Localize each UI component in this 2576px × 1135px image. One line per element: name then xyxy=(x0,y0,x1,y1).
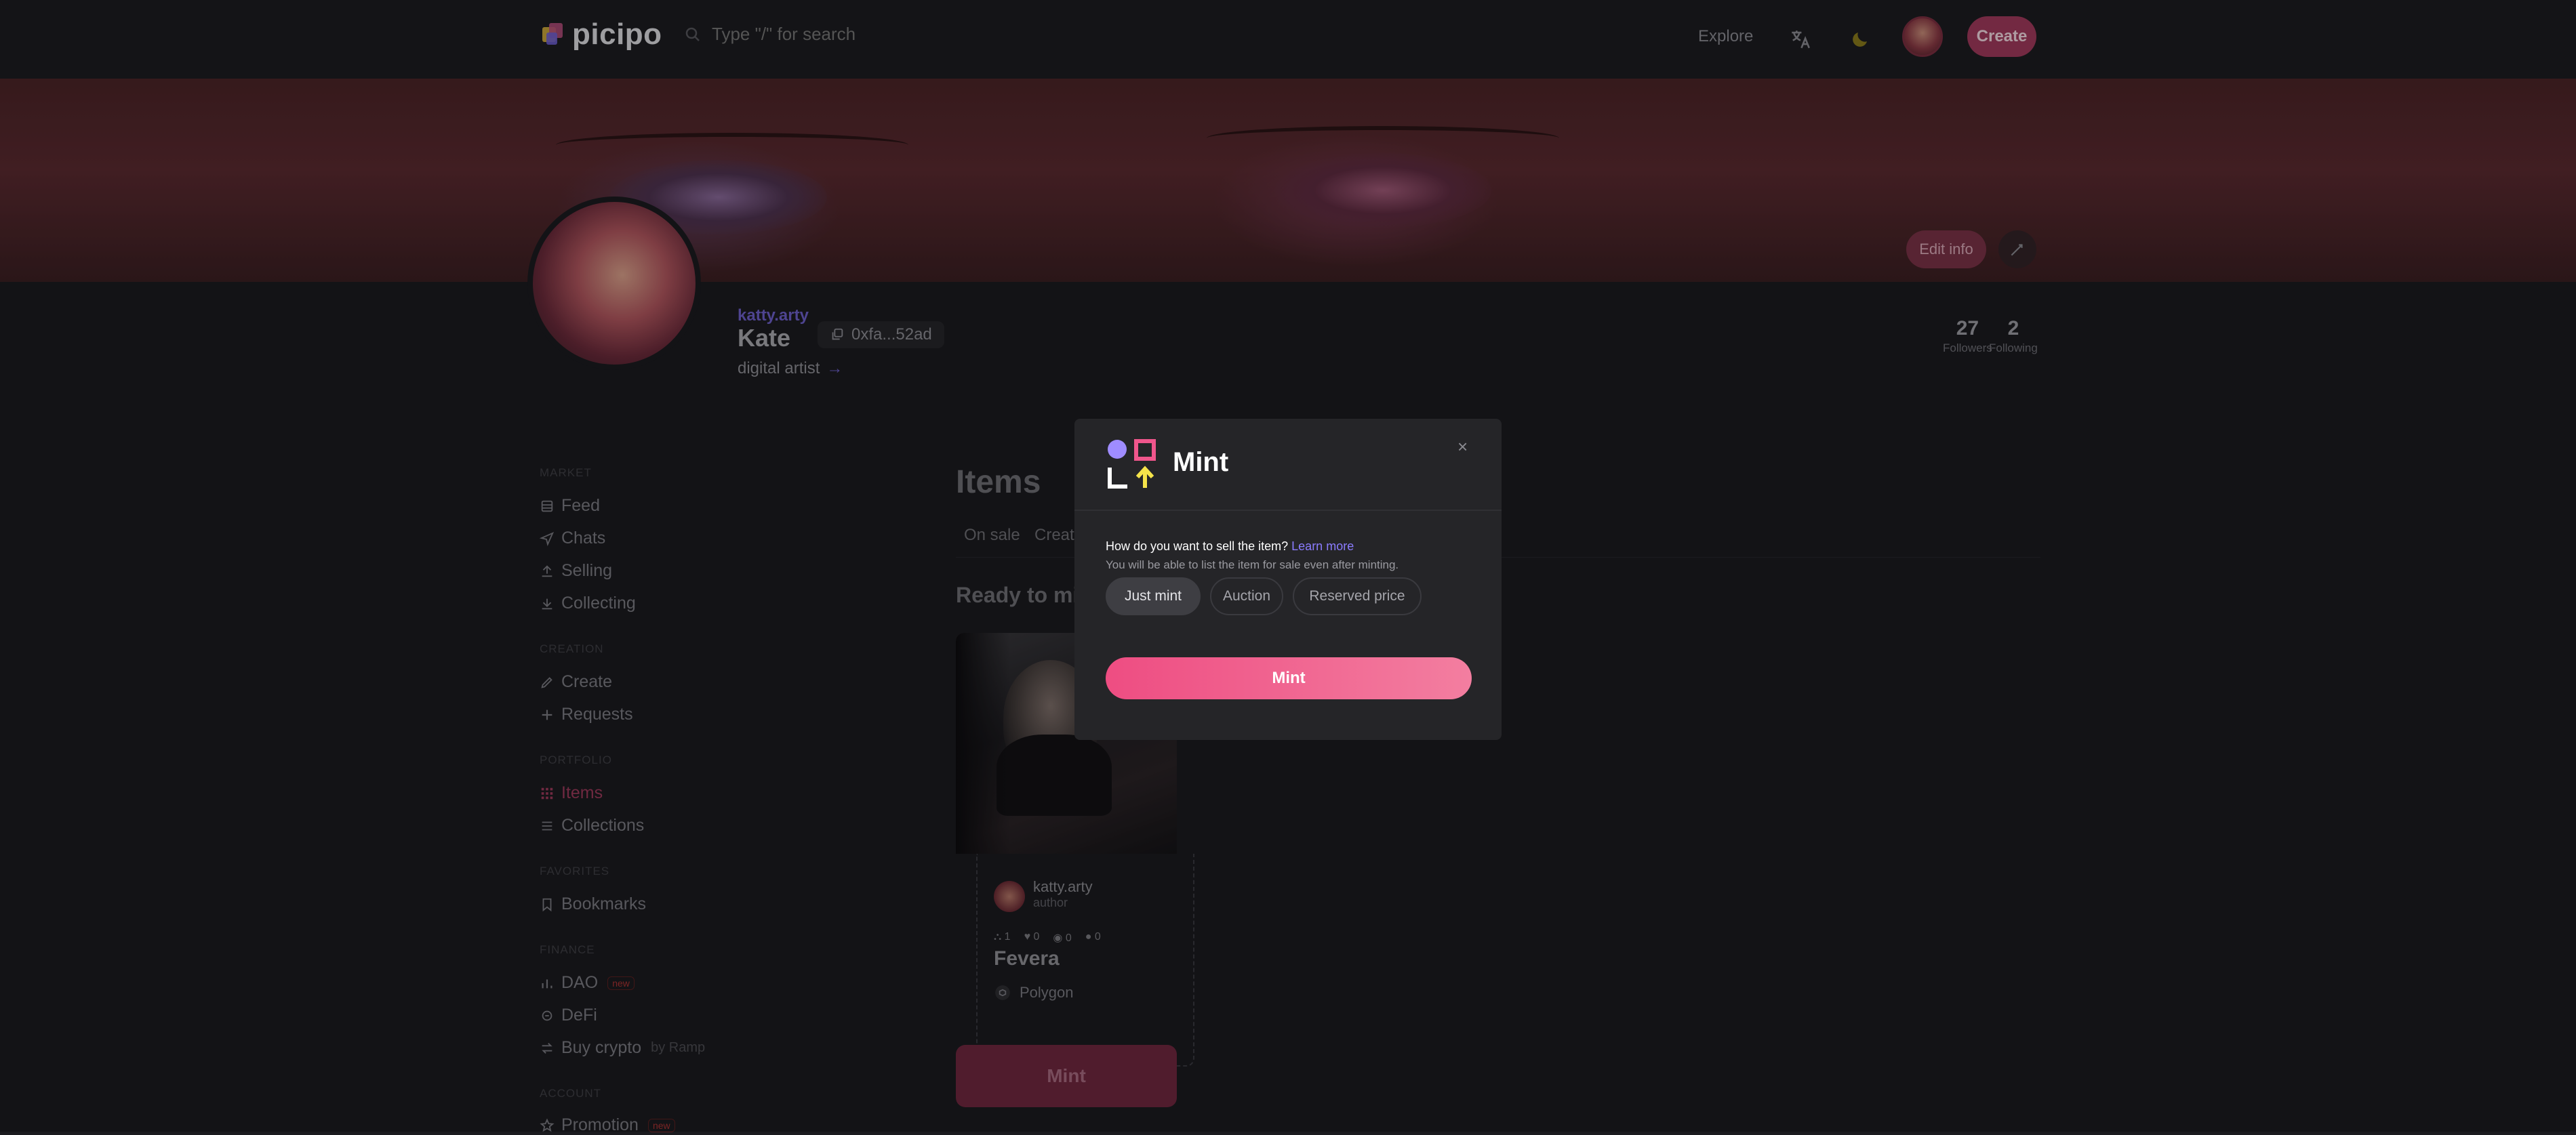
dialog-title: Mint xyxy=(1173,447,1229,477)
option-just-mint[interactable]: Just mint xyxy=(1106,577,1201,615)
dialog-divider xyxy=(1074,510,1502,511)
close-icon[interactable]: × xyxy=(1457,436,1468,457)
option-auction[interactable]: Auction xyxy=(1210,577,1283,615)
mint-button[interactable]: Mint xyxy=(1106,657,1472,699)
mint-note: You will be able to list the item for sa… xyxy=(1106,558,1399,571)
learn-more-link[interactable]: Learn more xyxy=(1291,539,1354,553)
option-reserved-price[interactable]: Reserved price xyxy=(1293,577,1422,615)
sell-question: How do you want to sell the item? Learn … xyxy=(1106,539,1354,553)
mint-logo-icon xyxy=(1106,438,1159,491)
